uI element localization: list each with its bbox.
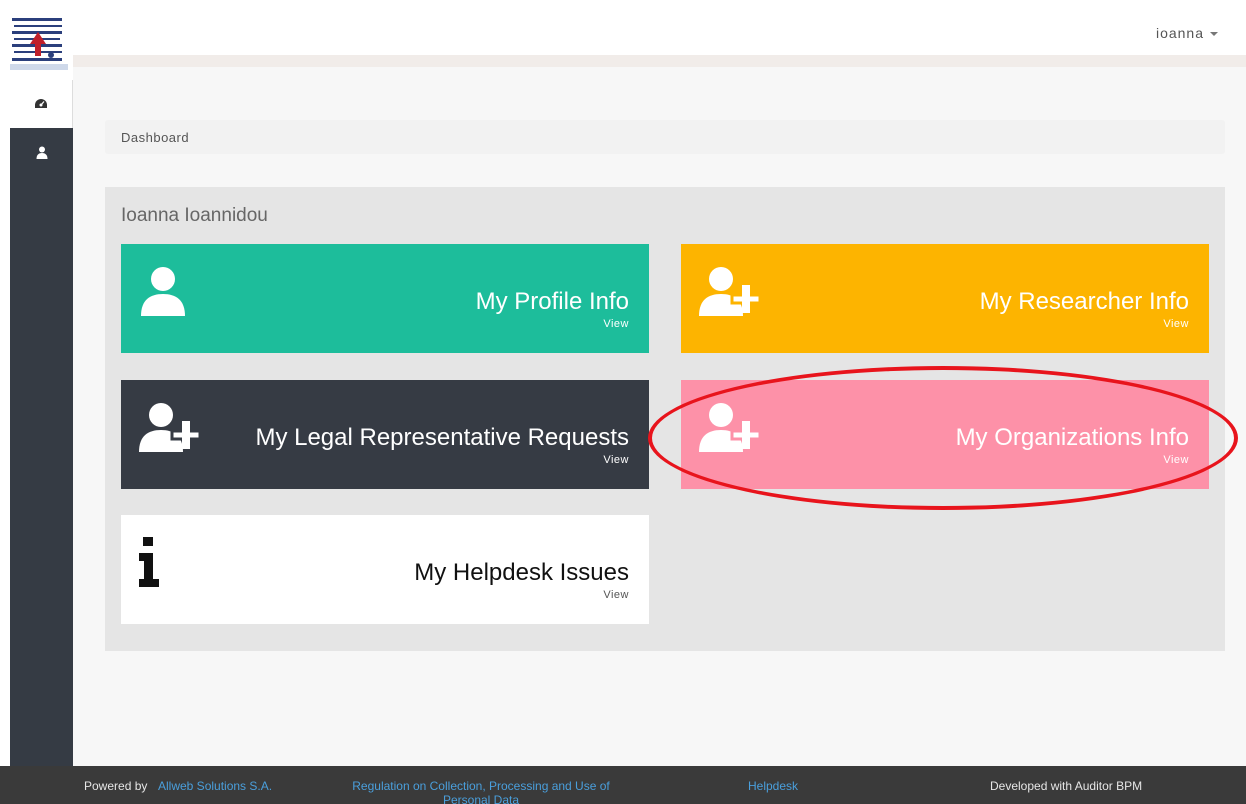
info-icon: [139, 537, 159, 587]
user-plus-icon: [699, 403, 762, 452]
sidebar-item-dashboard[interactable]: [10, 80, 73, 128]
footer-helpdesk-link[interactable]: Helpdesk: [748, 779, 798, 793]
tile-title: My Legal Representative Requests: [255, 424, 629, 451]
top-bar: ioanna: [73, 0, 1246, 55]
user-plus-icon: [699, 267, 762, 316]
breadcrumb: Dashboard: [105, 120, 1225, 154]
user-icon: [141, 267, 185, 316]
tile-title: My Helpdesk Issues: [414, 559, 629, 586]
tile-view-link[interactable]: View: [1163, 318, 1189, 330]
tile-title: My Researcher Info: [979, 288, 1189, 315]
dashboard-panel: Ioanna Ioannidou My Profile Info View My…: [105, 187, 1225, 651]
tile-title: My Profile Info: [475, 288, 629, 315]
tile-researcher-info[interactable]: My Researcher Info View: [681, 244, 1209, 353]
tile-view-link[interactable]: View: [1163, 454, 1189, 466]
tile-view-link[interactable]: View: [603, 318, 629, 330]
sidebar: [10, 0, 73, 780]
top-bar-divider: [73, 55, 1246, 67]
logo-icon: [10, 18, 68, 70]
user-icon: [36, 146, 47, 159]
footer-developed-with: Developed with Auditor BPM: [990, 779, 1143, 793]
footer: Powered by Allweb Solutions S.A. Regulat…: [0, 766, 1246, 804]
caret-down-icon: [1210, 32, 1218, 36]
tile-legal-representative-requests[interactable]: My Legal Representative Requests View: [121, 380, 649, 489]
tile-profile-info[interactable]: My Profile Info View: [121, 244, 649, 353]
main-content: Dashboard Ioanna Ioannidou My Profile In…: [73, 67, 1246, 766]
footer-company-link[interactable]: Allweb Solutions S.A.: [158, 779, 272, 793]
sidebar-item-profile[interactable]: [10, 128, 73, 176]
tile-view-link[interactable]: View: [603, 589, 629, 601]
username-label: ioanna: [1155, 25, 1204, 41]
dashboard-icon: [35, 99, 47, 108]
user-plus-icon: [139, 403, 202, 452]
tile-organizations-info[interactable]: My Organizations Info View: [681, 380, 1209, 489]
tile-helpdesk-issues[interactable]: My Helpdesk Issues View: [121, 515, 649, 624]
tile-title: My Organizations Info: [955, 424, 1189, 451]
tile-view-link[interactable]: View: [603, 454, 629, 466]
footer-regulation-link[interactable]: Regulation on Collection, Processing and…: [350, 779, 612, 804]
panel-title: Ioanna Ioannidou: [121, 205, 268, 226]
footer-powered-by: Powered by: [84, 779, 148, 793]
breadcrumb-item-dashboard[interactable]: Dashboard: [121, 130, 189, 145]
user-menu[interactable]: ioanna: [1156, 25, 1218, 41]
app-logo[interactable]: [10, 0, 73, 80]
